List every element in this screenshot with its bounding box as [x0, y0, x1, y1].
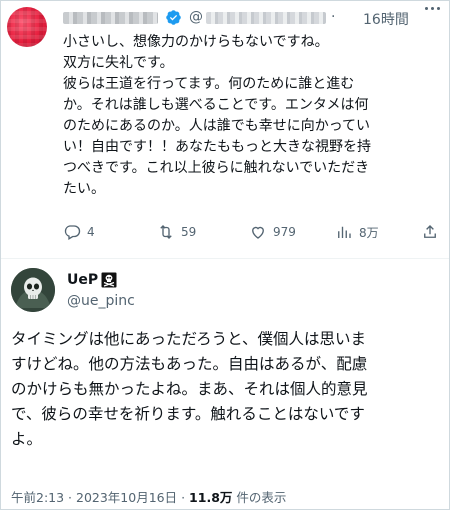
tweet-screenshot: @ · 16時間 小さいし、想像力のかけらもないですね。 双方に失礼です。 彼ら…: [0, 0, 450, 510]
author-display-name: UeP: [67, 272, 99, 288]
reply-header: @ · 16時間: [63, 9, 443, 29]
reply-icon: [64, 225, 81, 240]
reply-line: か。それは誰しも選べることです。エンタメは何: [63, 97, 369, 113]
reply-handle-prefix: @: [189, 9, 203, 25]
retweet-count: 59: [181, 225, 197, 239]
tweet-timestamp[interactable]: 午前2:13 · 2023年10月16日 ·: [11, 490, 189, 505]
tweet-line: のかけらも無かったよね。まあ、それは個人的意見: [11, 380, 368, 398]
share-button[interactable]: [421, 223, 439, 241]
reply-line: 小さいし、想像力のかけらもないですね。: [63, 34, 329, 50]
heart-icon: [252, 226, 264, 239]
share-icon: [424, 225, 436, 238]
tweet-line: タイミングは他にあっただろうと、僕個人は思いま: [11, 330, 366, 348]
tweet-line: で、彼らの幸せを祈ります。触れることはないです: [11, 405, 365, 423]
reply-text: 小さいし、想像力のかけらもないですね。 双方に失礼です。 彼らは王道を行ってます…: [63, 32, 439, 200]
view-count: 8万: [359, 225, 379, 240]
reply-line: 双方に失礼です。: [63, 55, 174, 71]
reply-button[interactable]: 4: [63, 223, 95, 241]
reply-line: たい。: [63, 181, 105, 197]
tweet-text: タイミングは他にあっただろうと、僕個人は思いま すけどね。他の方法もあった。自由…: [11, 327, 443, 452]
reply-line: 彼らは王道を行ってます。何のために誰と進む: [63, 76, 355, 92]
like-button[interactable]: 979: [249, 223, 296, 241]
skull-crossbones-icon: [101, 272, 117, 288]
author-handle[interactable]: @ue_pinc: [67, 293, 135, 309]
tweet-view-suffix: 件の表示: [232, 490, 287, 505]
author-avatar[interactable]: [11, 268, 55, 312]
separator-dot: ·: [331, 9, 336, 25]
reply-line: つべきです。これ以上彼らに触れないでいただき: [63, 160, 370, 176]
tweet-line: すけどね。他の方法もあった。自由はあるが、配慮: [11, 355, 368, 373]
reply-action-bar: 4 59 979 8万: [63, 223, 447, 245]
retweet-icon: [160, 225, 172, 239]
like-count: 979: [273, 225, 296, 239]
views-chart-icon: [338, 226, 351, 238]
tweet-line: よ。: [11, 430, 43, 448]
more-options-icon[interactable]: [425, 5, 441, 11]
reply-author-name-blurred[interactable]: [63, 12, 158, 24]
views-button[interactable]: 8万: [335, 223, 379, 241]
retweet-button[interactable]: 59: [157, 223, 196, 241]
reply-count: 4: [87, 225, 95, 239]
reply-line: い！自由です！！あなたももっと大きな視野を持: [63, 139, 371, 155]
skull-avatar-icon: [11, 268, 55, 312]
reply-author-avatar[interactable]: [7, 7, 47, 47]
reply-timestamp[interactable]: 16時間: [363, 9, 409, 29]
author-name[interactable]: UeP: [67, 272, 117, 288]
reply-line: のためにあるのか。人は誰でも幸せに向かってい: [63, 118, 371, 134]
divider: [1, 258, 449, 259]
verified-badge-icon: [166, 10, 181, 25]
tweet-meta: 午前2:13 · 2023年10月16日 · 11.8万 件の表示: [11, 487, 286, 506]
reply-handle-blurred: [206, 12, 326, 24]
tweet-view-count: 11.8万: [189, 490, 233, 505]
